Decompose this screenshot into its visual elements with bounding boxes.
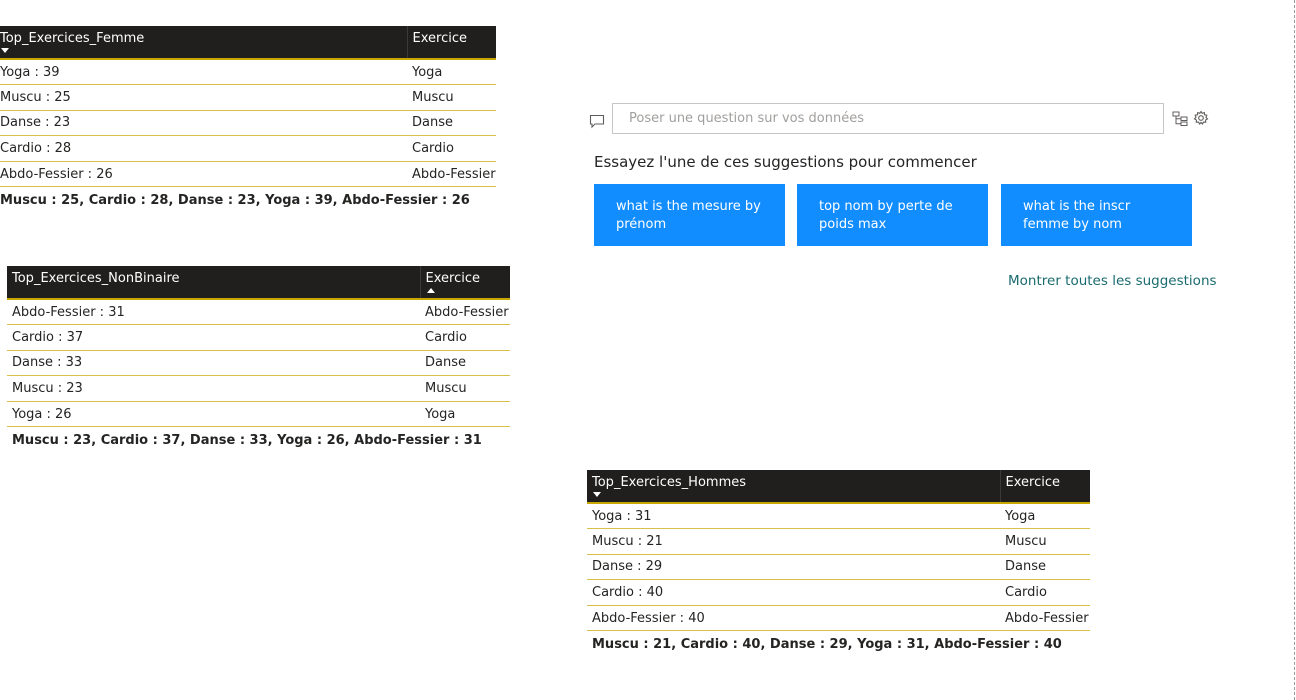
table-cell: Cardio : 40 [587, 579, 1000, 606]
table-cell: Danse [407, 110, 496, 137]
column-header-exercice[interactable]: Exercice [999, 470, 1090, 504]
table-top-exercices-hommes: Top_Exercices_Hommes Exercice Yoga : 31 Y… [587, 470, 1090, 657]
gear-icon[interactable] [1193, 110, 1209, 126]
table-cell: Cardio [420, 324, 510, 351]
table-cell: Yoga [1000, 503, 1090, 530]
column-header-label: Top_Exercices_Hommes [592, 475, 747, 490]
table-cell: Danse : 23 [0, 110, 407, 137]
table-cell: Danse [1000, 554, 1090, 581]
chat-bubble-icon[interactable] [589, 113, 605, 129]
table-cell: Cardio [407, 135, 496, 162]
table-cell: Abdo-Fessier [1000, 605, 1090, 632]
table-cell: Yoga : 31 [587, 503, 1000, 530]
suggestion-button-2[interactable]: top nom by perte de poids max [797, 184, 988, 246]
table-total-row: Muscu : 23, Cardio : 37, Danse : 33, Yog… [7, 427, 510, 453]
column-header-exercice[interactable]: Exercice [419, 266, 510, 300]
table-row[interactable]: Muscu : 21 Muscu [587, 528, 1090, 555]
column-header-label: Exercice [412, 31, 467, 46]
table-cell: Muscu [420, 375, 510, 402]
column-header-label: Top_Exercices_NonBinaire [12, 271, 180, 286]
column-header-exercice[interactable]: Exercice [406, 26, 496, 60]
table-row[interactable]: Cardio : 28 Cardio [0, 135, 496, 162]
table-row[interactable]: Abdo-Fessier : 31 Abdo-Fessier [7, 299, 510, 326]
table-cell: Yoga : 39 [0, 59, 407, 86]
table-row[interactable]: Danse : 29 Danse [587, 554, 1090, 581]
table-header-row: Top_Exercices_NonBinaire Exercice [7, 266, 510, 300]
hierarchy-icon[interactable] [1172, 110, 1188, 126]
table-cell: Danse : 33 [7, 350, 420, 377]
sort-descending-icon [1, 48, 9, 53]
table-cell: Abdo-Fessier [420, 299, 510, 326]
column-header-label: Exercice [425, 271, 480, 286]
total-cell: Muscu : 25, Cardio : 28, Danse : 23, Yog… [0, 192, 470, 208]
suggestion-button-3[interactable]: what is the inscr femme by nom [1001, 184, 1192, 246]
table-row[interactable]: Cardio : 40 Cardio [587, 579, 1090, 606]
table-row[interactable]: Abdo-Fessier : 40 Abdo-Fessier [587, 605, 1090, 632]
table-top-exercices-femme: Top_Exercices_Femme Exercice Yoga : 39 Yo… [0, 26, 496, 213]
suggestion-button-1[interactable]: what is the mesure by prénom [594, 184, 785, 246]
column-header-top-exercices-hommes[interactable]: Top_Exercices_Hommes [587, 470, 1000, 504]
table-cell: Abdo-Fessier : 40 [587, 605, 1000, 632]
table-row[interactable]: Cardio : 37 Cardio [7, 324, 510, 351]
table-cell: Cardio : 28 [0, 135, 407, 162]
column-header-top-exercices-femme[interactable]: Top_Exercices_Femme [0, 26, 407, 60]
table-cell: Muscu [407, 84, 496, 111]
table-cell: Danse : 29 [587, 554, 1000, 581]
table-cell: Yoga : 26 [7, 401, 420, 428]
table-cell: Muscu : 25 [0, 84, 407, 111]
table-cell: Yoga [420, 401, 510, 428]
sort-ascending-icon [426, 288, 435, 293]
qa-question-input[interactable] [612, 103, 1164, 134]
table-header-row: Top_Exercices_Hommes Exercice [587, 470, 1090, 504]
table-cell: Muscu [1000, 528, 1090, 555]
table-total-row: Muscu : 21, Cardio : 40, Danse : 29, Yog… [587, 631, 1090, 657]
show-all-suggestions-link[interactable]: Montrer toutes les suggestions [1008, 273, 1217, 289]
table-cell: Danse [420, 350, 510, 377]
table-cell: Abdo-Fessier : 26 [0, 161, 407, 188]
page-boundary [1294, 0, 1295, 700]
column-header-label: Exercice [1005, 475, 1060, 490]
table-row[interactable]: Yoga : 26 Yoga [7, 401, 510, 428]
table-cell: Cardio : 37 [7, 324, 420, 351]
table-cell: Muscu : 21 [587, 528, 1000, 555]
table-cell: Yoga [407, 59, 496, 86]
table-cell: Muscu : 23 [7, 375, 420, 402]
table-header-row: Top_Exercices_Femme Exercice [0, 26, 496, 60]
table-row[interactable]: Abdo-Fessier : 26 Abdo-Fessier [0, 161, 496, 188]
table-cell: Abdo-Fessier : 31 [7, 299, 420, 326]
table-row[interactable]: Yoga : 39 Yoga [0, 59, 496, 86]
table-total-row: Muscu : 25, Cardio : 28, Danse : 23, Yog… [0, 187, 496, 213]
table-cell: Abdo-Fessier [407, 161, 496, 188]
table-row[interactable]: Danse : 33 Danse [7, 350, 510, 377]
qa-suggestions-heading: Essayez l'une de ces suggestions pour co… [594, 153, 977, 171]
table-row[interactable]: Yoga : 31 Yoga [587, 503, 1090, 530]
table-row[interactable]: Muscu : 23 Muscu [7, 375, 510, 402]
table-cell: Cardio [1000, 579, 1090, 606]
column-header-label: Top_Exercices_Femme [0, 31, 145, 46]
table-row[interactable]: Muscu : 25 Muscu [0, 84, 496, 111]
column-header-top-exercices-nonbinaire[interactable]: Top_Exercices_NonBinaire [7, 266, 420, 300]
sort-descending-icon [593, 492, 601, 497]
total-cell: Muscu : 23, Cardio : 37, Danse : 33, Yog… [12, 432, 482, 448]
table-row[interactable]: Danse : 23 Danse [0, 110, 496, 137]
table-top-exercices-nonbinaire: Top_Exercices_NonBinaire Exercice Abdo-F… [7, 266, 510, 453]
total-cell: Muscu : 21, Cardio : 40, Danse : 29, Yog… [592, 636, 1062, 652]
